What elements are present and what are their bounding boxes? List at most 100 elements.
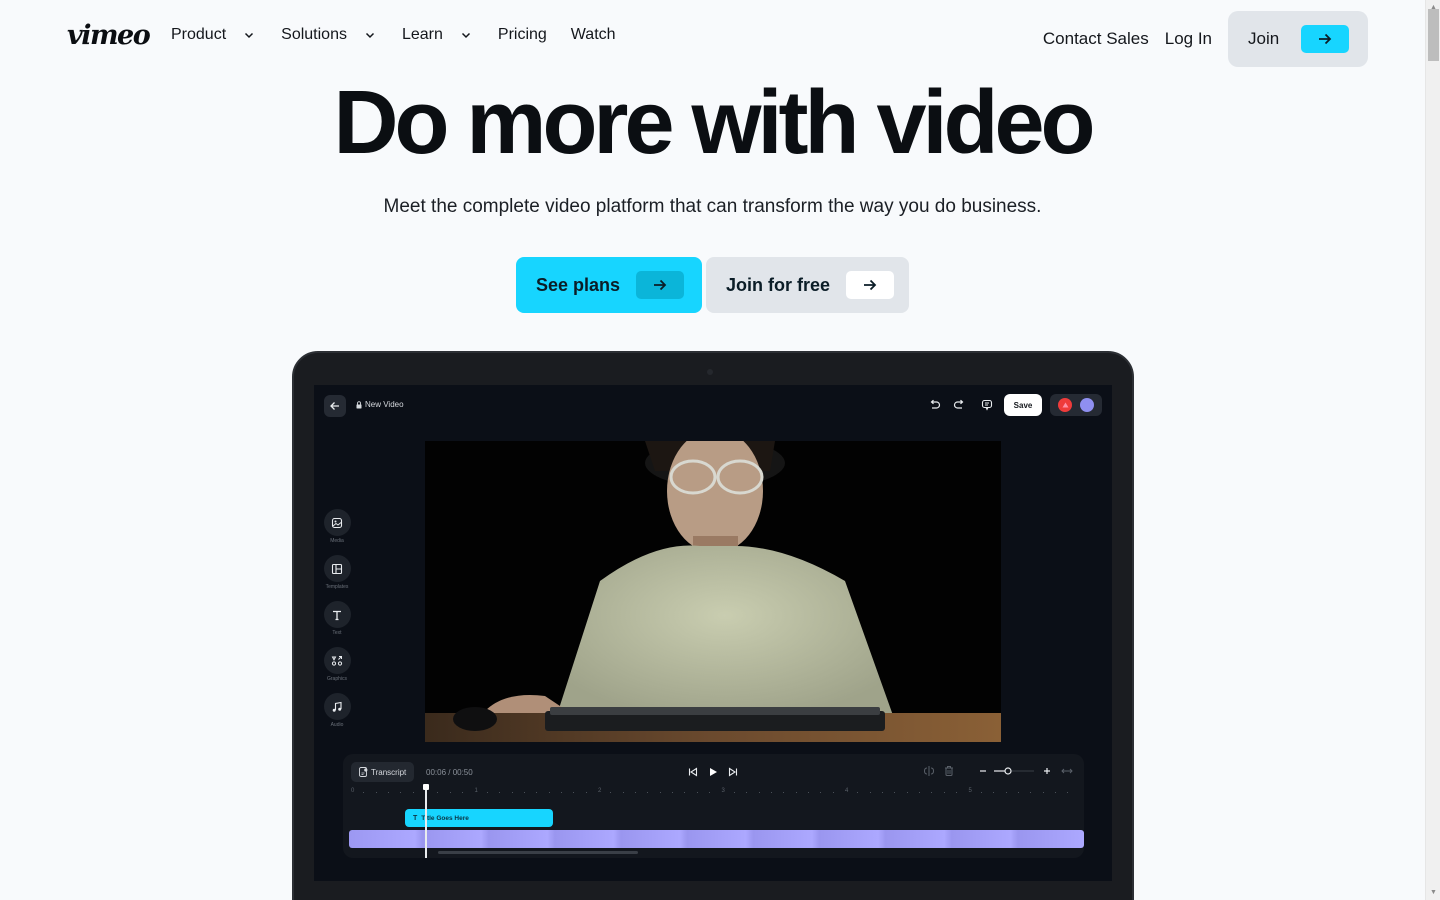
skip-forward-icon[interactable]	[726, 765, 740, 779]
nav-menu: Product Solutions Learn Pricing Watch	[171, 26, 640, 44]
ruler-tick-label: 4	[845, 788, 849, 794]
ruler-tick	[622, 792, 624, 793]
side-tool-label: Graphics	[326, 676, 347, 682]
scroll-down-arrow[interactable]: ▼	[1426, 885, 1440, 900]
playhead[interactable]	[423, 784, 430, 858]
contact-sales-link[interactable]: Contact Sales	[1043, 29, 1149, 49]
side-tool-graphics[interactable]: Graphics	[322, 647, 352, 685]
ruler-tick	[536, 792, 538, 793]
ruler-tick-label: 2	[598, 788, 602, 794]
back-button[interactable]	[324, 395, 346, 417]
transcript-button[interactable]: Transcript	[351, 762, 415, 782]
ruler-tick	[980, 792, 982, 793]
timeline-ruler[interactable]: 0 1 2 3 4 5	[351, 788, 1079, 798]
hero-title: Do more with video	[333, 73, 1095, 173]
scrollbar-thumb[interactable]	[1428, 9, 1439, 61]
ruler-tick	[1030, 792, 1032, 793]
top-navigation: vimeo Product Solutions Learn Pricing Wa…	[0, 0, 1425, 76]
side-tool-templates[interactable]: Templates	[322, 555, 352, 593]
ruler-tick	[1005, 792, 1007, 793]
timeline-tools	[916, 764, 1074, 778]
title-clip[interactable]: T Title Goes Here	[405, 809, 553, 827]
arrow-right-icon	[846, 271, 895, 299]
redo-icon[interactable]	[952, 398, 966, 412]
timeline-zoom-slider[interactable]	[994, 764, 1034, 778]
fit-width-icon[interactable]	[1060, 764, 1074, 778]
play-icon[interactable]	[706, 765, 720, 779]
video-track-clip[interactable]	[349, 830, 1084, 848]
ruler-tick	[375, 792, 377, 793]
ruler-tick	[1017, 792, 1019, 793]
title-clip-label: Title Goes Here	[421, 814, 469, 822]
nav-item-label: Solutions	[281, 26, 347, 43]
arrow-right-icon	[636, 271, 685, 299]
ruler-tick-label: 1	[474, 788, 478, 794]
trash-icon[interactable]	[942, 764, 956, 778]
side-tool-media[interactable]: Media	[322, 509, 352, 547]
see-plans-button[interactable]: See plans	[516, 257, 702, 313]
ruler-tick	[635, 792, 637, 793]
editor-actions: Save	[928, 394, 1102, 416]
lock-icon	[356, 400, 362, 408]
ruler-tick	[560, 792, 562, 793]
join-for-free-label: Join for free	[726, 274, 831, 295]
ruler-tick	[696, 792, 698, 793]
side-tool-label: Templates	[325, 584, 349, 590]
ruler-tick-label: 0	[351, 788, 355, 794]
ruler-tick-label: 3	[721, 788, 725, 794]
side-tool-label: Audio	[330, 722, 344, 728]
zoom-out-icon[interactable]	[976, 764, 990, 778]
ruler-tick	[807, 792, 809, 793]
avatar[interactable]	[1058, 398, 1072, 412]
text-icon	[323, 601, 351, 628]
triangle-icon	[1062, 402, 1068, 408]
join-button[interactable]: Join	[1228, 11, 1368, 67]
undo-icon[interactable]	[928, 398, 942, 412]
nav-item-learn[interactable]: Learn	[402, 26, 498, 44]
nav-item-label: Pricing	[497, 26, 547, 43]
playback-controls	[686, 765, 746, 779]
transcript-label: Transcript	[371, 767, 407, 777]
ruler-tick	[548, 792, 550, 793]
video-preview[interactable]	[425, 441, 1001, 742]
split-icon[interactable]	[922, 764, 936, 778]
ruler-tick	[523, 792, 525, 793]
vimeo-logo[interactable]: vimeo	[67, 20, 151, 51]
ruler-tick	[931, 792, 933, 793]
video-editor-screen: New Video Save Media Templates Text Grap…	[314, 385, 1112, 881]
ruler-tick	[412, 792, 414, 793]
chevron-down-icon	[365, 32, 374, 39]
nav-item-solutions[interactable]: Solutions	[281, 26, 402, 44]
log-in-link[interactable]: Log In	[1165, 29, 1212, 49]
zoom-in-icon[interactable]	[1040, 764, 1054, 778]
collaborator-avatars	[1050, 394, 1102, 416]
ruler-tick	[746, 792, 748, 793]
skip-back-icon[interactable]	[686, 765, 700, 779]
document-title-text: New Video	[365, 400, 404, 409]
nav-item-pricing[interactable]: Pricing	[498, 26, 547, 44]
nav-item-watch[interactable]: Watch	[571, 26, 616, 44]
arrow-right-icon	[1301, 25, 1350, 53]
chevron-down-icon	[245, 32, 254, 39]
side-tool-text[interactable]: Text	[322, 601, 352, 639]
transcript-icon	[359, 767, 368, 777]
document-title[interactable]: New Video	[356, 400, 404, 409]
ruler-tick	[869, 792, 871, 793]
join-for-free-button[interactable]: Join for free	[706, 257, 909, 313]
ruler-tick	[993, 792, 995, 793]
comment-icon[interactable]	[980, 398, 994, 412]
ruler-tick	[388, 792, 390, 793]
avatar[interactable]	[1080, 398, 1094, 412]
ruler-tick	[795, 792, 797, 793]
ruler-tick	[770, 792, 772, 793]
page-scrollbar[interactable]: ▲ ▼	[1425, 0, 1440, 900]
ruler-tick	[1042, 792, 1044, 793]
editor-timeline: Transcript 00:06 / 00:50 0 1 2 3 4 5 T T…	[343, 754, 1084, 858]
nav-item-product[interactable]: Product	[171, 26, 281, 44]
save-button[interactable]: Save	[1004, 394, 1042, 416]
timeline-scrollbar[interactable]	[438, 851, 638, 854]
ruler-tick	[820, 792, 822, 793]
shapes-icon	[323, 647, 351, 674]
side-tool-audio[interactable]: Audio	[322, 693, 352, 731]
ruler-tick	[585, 792, 587, 793]
